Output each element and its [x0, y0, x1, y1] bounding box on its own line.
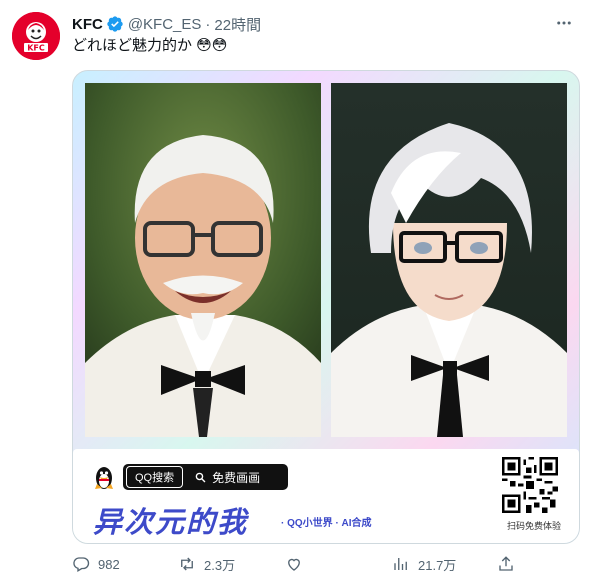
kfc-logo-icon: KFC: [12, 12, 60, 60]
qr-caption: 扫码免费体验: [506, 521, 561, 531]
svg-text:KFC: KFC: [27, 44, 45, 53]
search-query: 免费画画: [195, 469, 260, 486]
views-icon: [394, 558, 407, 570]
author-handle[interactable]: @KFC_ES: [128, 16, 202, 33]
avatar[interactable]: KFC: [12, 12, 60, 60]
views-count: 21.7万: [418, 557, 457, 573]
tweet-actions: 982 2.3万 21.7万: [72, 552, 578, 576]
search-icon: [195, 472, 206, 482]
separator: ·: [205, 15, 211, 33]
promo-banner: QQ搜索 免费画画 异次元的我 · QQ小世界 · AI合成 扫码免费体验: [73, 449, 579, 543]
photo-anime-portrait: [331, 83, 567, 437]
retweet-button[interactable]: 2.3万: [178, 555, 235, 574]
tweet-header: KFC @KFC_ES · 22時間: [72, 13, 575, 35]
qq-search-bar: QQ搜索 免费画画: [123, 464, 288, 490]
retweet-icon: [181, 557, 193, 571]
search-tag: QQ搜索: [126, 466, 184, 488]
tweet-text: どれほど魅力的か 😳😳: [72, 37, 228, 54]
promo-subtitle: · QQ小世界 · AI合成: [281, 518, 372, 529]
verified-badge-icon: [107, 16, 123, 32]
tweet-media[interactable]: QQ搜索 免费画画 异次元的我 · QQ小世界 · AI合成 扫码免费体验: [72, 70, 580, 544]
more-horizontal-icon[interactable]: [553, 12, 575, 34]
share-icon: [499, 556, 513, 571]
retweet-count: 2.3万: [204, 557, 236, 573]
tweet-timestamp[interactable]: 22時間: [214, 14, 261, 35]
views-button[interactable]: 21.7万: [392, 555, 456, 574]
qq-penguin-icon: [95, 467, 113, 489]
search-query-text: 免费画画: [212, 470, 261, 485]
qr-code-icon: [502, 457, 558, 513]
photo-real-portrait: [85, 83, 321, 437]
like-icon: [288, 558, 300, 571]
reply-count: 982: [98, 556, 120, 572]
like-button[interactable]: [285, 555, 311, 573]
reply-icon: [73, 557, 90, 572]
author-name[interactable]: KFC: [72, 16, 103, 33]
reply-button[interactable]: 982: [72, 555, 120, 573]
promo-title: 异次元的我: [93, 505, 249, 539]
share-button[interactable]: [497, 555, 515, 573]
